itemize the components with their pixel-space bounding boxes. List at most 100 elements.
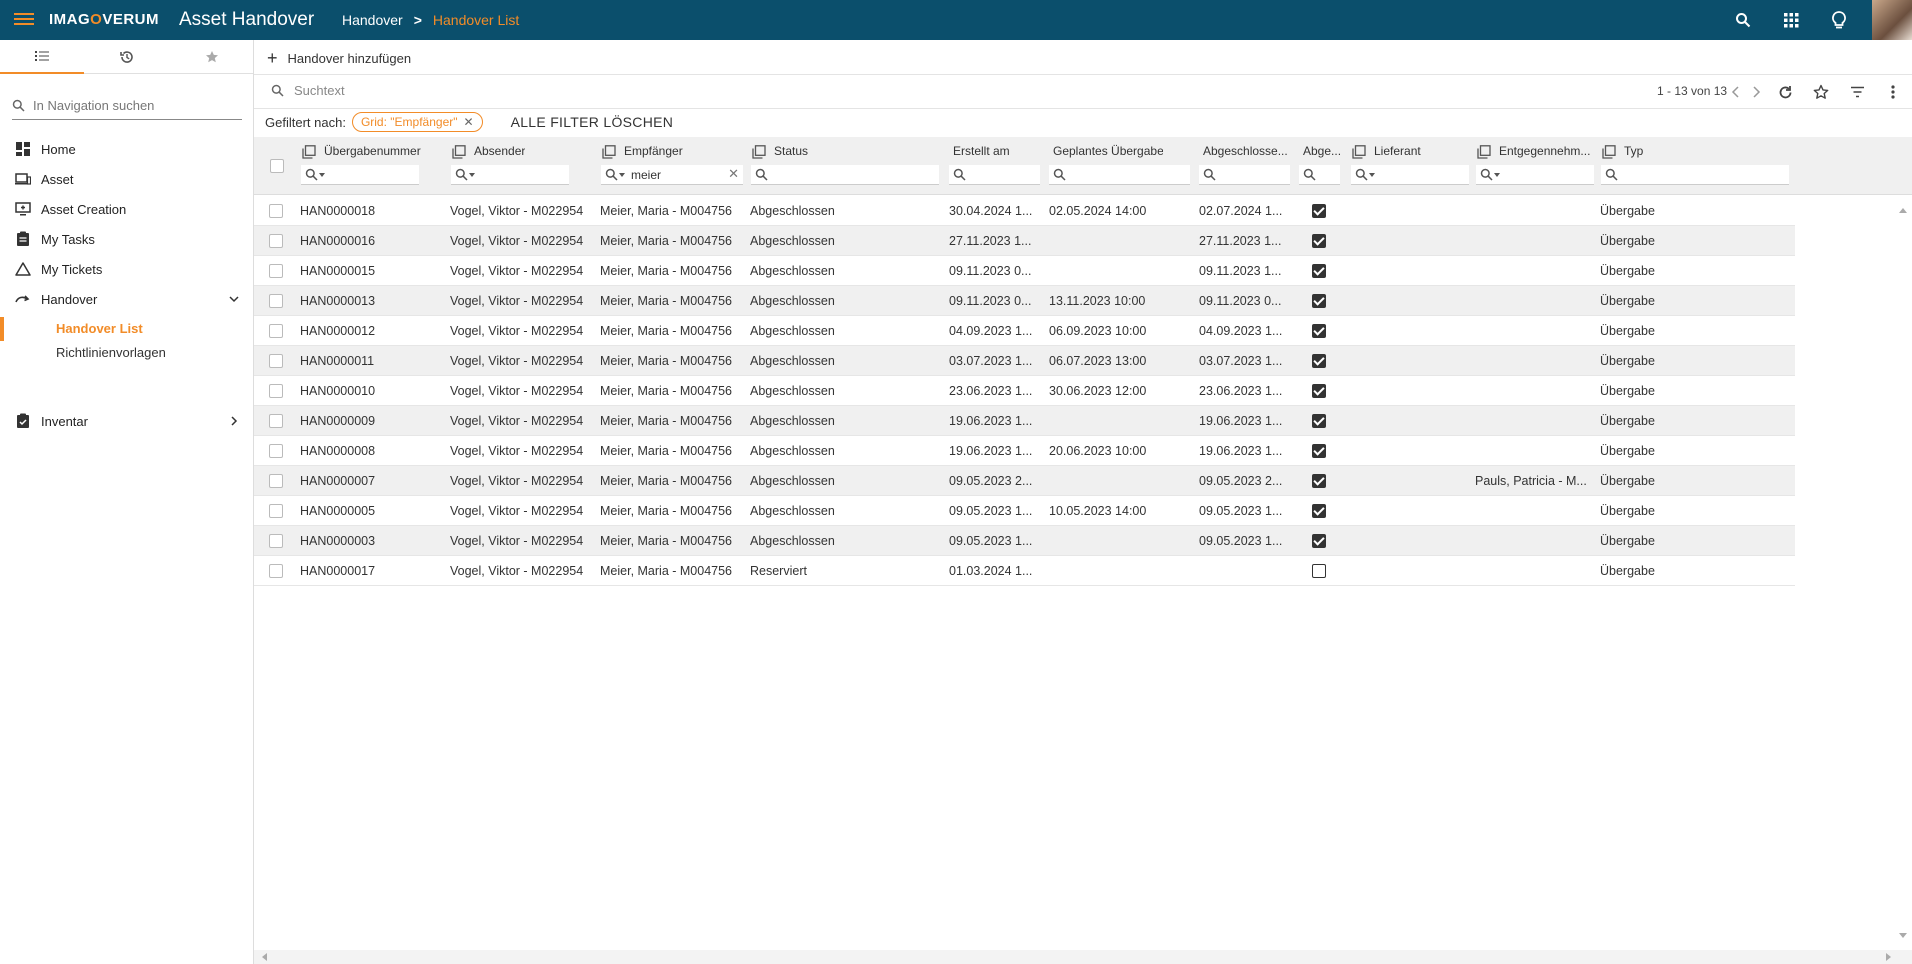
close-icon[interactable]: ✕ (464, 115, 474, 129)
lightbulb-icon[interactable] (1827, 8, 1851, 32)
tab-history[interactable] (85, 40, 169, 74)
row-select-checkbox[interactable] (269, 474, 283, 488)
table-row[interactable]: HAN0000010 Vogel, Viktor - M022954 Meier, … (254, 376, 1795, 406)
column-header-lieferant[interactable]: Lieferant (1374, 144, 1421, 158)
sidebar-item-home[interactable]: Home (0, 134, 254, 164)
table-row[interactable]: HAN0000012 Vogel, Viktor - M022954 Meier, … (254, 316, 1795, 346)
tab-navigation[interactable] (0, 40, 84, 74)
column-filter-typ[interactable] (1601, 165, 1789, 185)
navigation-search-input[interactable] (31, 97, 231, 114)
user-avatar[interactable] (1872, 0, 1912, 40)
row-select-checkbox[interactable] (269, 384, 283, 398)
chevron-left-icon[interactable] (1725, 81, 1747, 103)
row-select-checkbox[interactable] (269, 444, 283, 458)
column-header-abgeschlossen[interactable]: Abge... (1303, 144, 1341, 158)
row-select-checkbox[interactable] (269, 294, 283, 308)
table-row[interactable]: HAN0000008 Vogel, Viktor - M022954 Meier, … (254, 436, 1795, 466)
cell-status: Abgeschlossen (750, 204, 835, 218)
star-outline-icon[interactable] (1810, 81, 1832, 103)
column-chooser-icon[interactable] (1477, 145, 1491, 159)
table-row[interactable]: HAN0000007 Vogel, Viktor - M022954 Meier, … (254, 466, 1795, 496)
row-select-checkbox[interactable] (269, 264, 283, 278)
cell-abgeschlossen_am: 09.11.2023 0... (1199, 294, 1282, 308)
column-filter-geplant[interactable] (1049, 165, 1190, 185)
divider (254, 74, 1912, 75)
column-header-entgegennehmer[interactable]: Entgegennehm... (1499, 144, 1590, 158)
column-header-erstellt[interactable]: Erstellt am (953, 144, 1010, 158)
column-chooser-icon[interactable] (602, 145, 616, 159)
vertical-scrollbar[interactable] (1894, 195, 1912, 950)
row-select-checkbox[interactable] (269, 564, 283, 578)
table-row[interactable]: HAN0000013 Vogel, Viktor - M022954 Meier, … (254, 286, 1795, 316)
table-row[interactable]: HAN0000009 Vogel, Viktor - M022954 Meier, … (254, 406, 1795, 436)
cell-status: Abgeschlossen (750, 354, 835, 368)
sidebar-item-label: Asset (41, 171, 74, 187)
filter-icon[interactable] (1846, 81, 1868, 103)
column-header-absender[interactable]: Absender (474, 144, 525, 158)
row-select-checkbox[interactable] (269, 234, 283, 248)
clear-all-filters-button[interactable]: ALLE FILTER LÖSCHEN (511, 114, 674, 130)
sidebar-subitem-richtlinienvorlagen[interactable]: Richtlinienvorlagen (56, 345, 166, 360)
column-chooser-icon[interactable] (1602, 145, 1616, 159)
top-app-bar: IMAGOVERUM Asset Handover Handover > Han… (0, 0, 1912, 40)
column-header-typ[interactable]: Typ (1624, 144, 1643, 158)
sidebar-item-my-tickets[interactable]: My Tickets (0, 254, 254, 284)
cell-typ: Übergabe (1600, 264, 1655, 278)
table-row[interactable]: HAN0000003 Vogel, Viktor - M022954 Meier, … (254, 526, 1795, 556)
table-row[interactable]: HAN0000018 Vogel, Viktor - M022954 Meier, … (254, 196, 1795, 226)
sidebar-item-my-tasks[interactable]: My Tasks (0, 224, 254, 254)
horizontal-scrollbar[interactable] (254, 950, 1912, 964)
row-select-checkbox[interactable] (269, 204, 283, 218)
column-filter-abgeschlossen[interactable] (1299, 165, 1340, 185)
grid-search-input[interactable] (292, 82, 592, 99)
menu-icon[interactable] (14, 10, 34, 30)
column-header-status[interactable]: Status (774, 144, 808, 158)
column-header-nr[interactable]: Übergabenummer (324, 144, 421, 158)
column-filter-erstellt[interactable] (949, 165, 1040, 185)
column-header-abgeschlossen_am[interactable]: Abgeschlosse... (1203, 144, 1288, 158)
sidebar-subitem-handover-list[interactable]: Handover List (56, 321, 143, 336)
table-row[interactable]: HAN0000005 Vogel, Viktor - M022954 Meier, … (254, 496, 1795, 526)
chevron-right-icon[interactable] (1745, 81, 1767, 103)
search-icon (12, 99, 25, 112)
row-select-checkbox[interactable] (269, 534, 283, 548)
filter-chip[interactable]: Grid: "Empfänger" ✕ (351, 112, 483, 132)
table-row[interactable]: HAN0000016 Vogel, Viktor - M022954 Meier, … (254, 226, 1795, 256)
row-select-checkbox[interactable] (269, 414, 283, 428)
row-select-checkbox[interactable] (269, 324, 283, 338)
column-chooser-icon[interactable] (1352, 145, 1366, 159)
column-filter-abgeschlossen_am[interactable] (1199, 165, 1290, 185)
sidebar-item-handover[interactable]: Handover (0, 284, 254, 314)
column-chooser-icon[interactable] (752, 145, 766, 159)
cell-erstellt: 09.05.2023 1... (949, 504, 1033, 518)
refresh-icon[interactable] (1774, 81, 1796, 103)
row-select-checkbox[interactable] (269, 504, 283, 518)
tab-favorites[interactable] (170, 40, 254, 74)
table-row[interactable]: HAN0000015 Vogel, Viktor - M022954 Meier, … (254, 256, 1795, 286)
column-filter-lieferant[interactable] (1351, 165, 1469, 185)
sidebar-item-inventar[interactable]: Inventar (0, 406, 254, 436)
row-select-checkbox[interactable] (269, 354, 283, 368)
more-vert-icon[interactable] (1882, 81, 1904, 103)
table-row[interactable]: HAN0000017 Vogel, Viktor - M022954 Meier, … (254, 556, 1795, 586)
sidebar-item-asset-creation[interactable]: Asset Creation (0, 194, 254, 224)
cell-abgeschlossen_am: 09.05.2023 1... (1199, 534, 1283, 548)
add-handover-button[interactable]: + Handover hinzufügen (267, 49, 411, 67)
breadcrumb-handover[interactable]: Handover (342, 12, 403, 28)
sidebar-item-asset[interactable]: Asset (0, 164, 254, 194)
cell-abgeschlossen_am: 23.06.2023 1... (1199, 384, 1283, 398)
active-indicator (0, 317, 4, 341)
column-header-geplant[interactable]: Geplantes Übergabedat... (1053, 144, 1163, 158)
table-row[interactable]: HAN0000011 Vogel, Viktor - M022954 Meier, … (254, 346, 1795, 376)
column-header-empfaenger[interactable]: Empfänger (624, 144, 683, 158)
search-icon[interactable] (1731, 8, 1755, 32)
select-all-checkbox[interactable] (270, 159, 284, 173)
column-chooser-icon[interactable] (452, 145, 466, 159)
column-filter-status[interactable] (751, 165, 939, 185)
column-chooser-icon[interactable] (302, 145, 316, 159)
apps-grid-icon[interactable] (1779, 8, 1803, 32)
column-filter-absender[interactable] (451, 165, 569, 185)
column-filter-empfaenger[interactable]: meier ✕ (601, 165, 743, 185)
column-filter-nr[interactable] (301, 165, 419, 185)
column-filter-entgegennehmer[interactable] (1476, 165, 1594, 185)
